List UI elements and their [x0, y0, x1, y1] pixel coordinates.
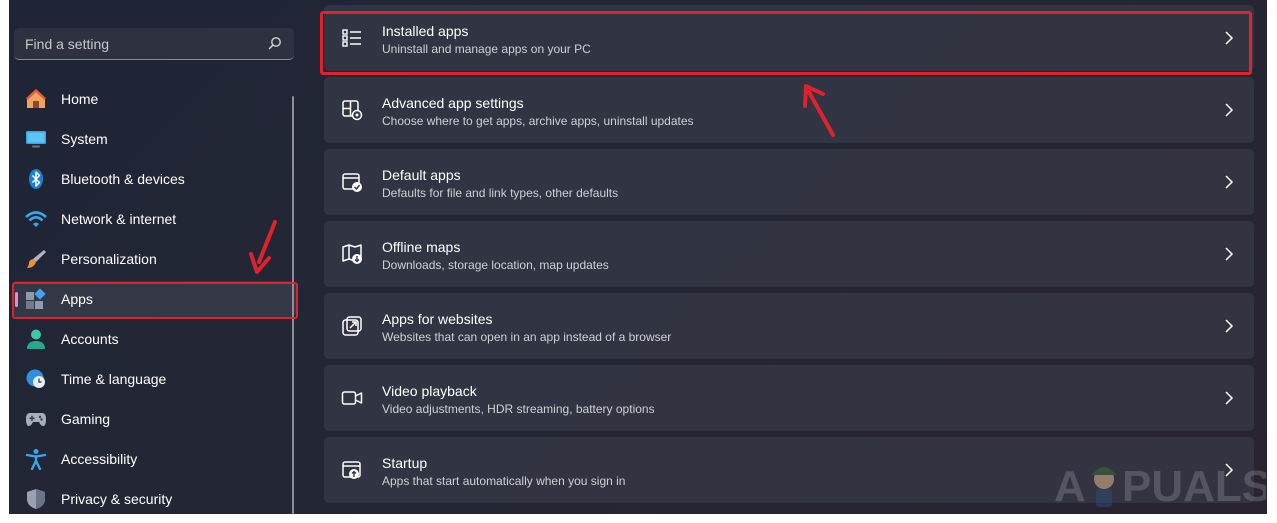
sidebar-item-time-language[interactable]: Time & language: [12, 361, 296, 397]
card-title: Installed apps: [382, 23, 469, 39]
sidebar-item-personalization[interactable]: Personalization: [12, 241, 296, 277]
video-playback-card[interactable]: Video playback Video adjustments, HDR st…: [324, 365, 1254, 431]
card-subtitle: Downloads, storage location, map updates: [382, 258, 609, 272]
card-subtitle: Apps that start automatically when you s…: [382, 474, 626, 488]
gamepad-icon: [25, 408, 47, 430]
settings-card-list: Installed apps Uninstall and manage apps…: [324, 5, 1254, 509]
sidebar-item-accessibility[interactable]: Accessibility: [12, 441, 296, 477]
sidebar-item-label: Accessibility: [61, 451, 138, 467]
card-title: Default apps: [382, 167, 461, 183]
default-apps-card[interactable]: Default apps Defaults for file and link …: [324, 149, 1254, 215]
card-subtitle: Choose where to get apps, archive apps, …: [382, 114, 694, 128]
sidebar-item-network[interactable]: Network & internet: [12, 201, 296, 237]
sidebar-item-bluetooth[interactable]: Bluetooth & devices: [12, 161, 296, 197]
sidebar-item-gaming[interactable]: Gaming: [12, 401, 296, 437]
video-icon: [341, 391, 363, 405]
sidebar-item-privacy[interactable]: Privacy & security: [12, 481, 296, 514]
sidebar-item-label: System: [61, 131, 108, 147]
card-subtitle: Defaults for file and link types, other …: [382, 186, 619, 200]
sidebar-item-label: Gaming: [61, 411, 111, 427]
sidebar-item-home[interactable]: Home: [12, 81, 296, 117]
brush-icon: [25, 248, 47, 270]
wifi-icon: [25, 208, 47, 230]
monitor-icon: [25, 128, 47, 150]
sidebar-item-label: Home: [61, 91, 99, 107]
startup-card[interactable]: Startup Apps that start automatically wh…: [324, 437, 1254, 503]
card-title: Advanced app settings: [382, 95, 524, 111]
sidebar-item-label: Time & language: [61, 371, 167, 387]
chevron-right-icon[interactable]: [1224, 247, 1234, 261]
open-link-icon: [342, 316, 362, 336]
search-icon[interactable]: [268, 36, 282, 50]
sidebar-item-apps[interactable]: Apps: [12, 281, 296, 317]
card-title: Startup: [382, 455, 428, 471]
bluetooth-icon: [25, 168, 47, 190]
sidebar-nav: Home System Bluetooth & devices Network …: [9, 81, 299, 514]
apps-icon: [25, 288, 47, 310]
sidebar-item-system[interactable]: System: [12, 121, 296, 157]
accessibility-icon: [25, 448, 47, 470]
card-subtitle: Websites that can open in an app instead…: [382, 330, 672, 344]
sidebar-item-label: Privacy & security: [61, 491, 173, 507]
chevron-right-icon[interactable]: [1224, 175, 1234, 189]
default-apps-icon: [342, 173, 362, 192]
startup-icon: [342, 461, 361, 479]
search-box[interactable]: [14, 28, 294, 60]
sidebar-item-label: Network & internet: [61, 211, 177, 227]
chevron-right-icon[interactable]: [1224, 319, 1234, 333]
person-icon: [25, 328, 47, 350]
app-settings-icon: [342, 100, 363, 121]
card-subtitle: Video adjustments, HDR streaming, batter…: [382, 402, 655, 416]
search-input[interactable]: [14, 28, 267, 60]
sidebar-item-label: Apps: [61, 291, 93, 307]
card-subtitle: Uninstall and manage apps on your PC: [382, 42, 591, 56]
globe-clock-icon: [25, 368, 47, 390]
sidebar-item-label: Bluetooth & devices: [61, 171, 185, 187]
selection-indicator: [15, 292, 18, 307]
sidebar-item-label: Accounts: [61, 331, 119, 347]
chevron-right-icon[interactable]: [1224, 391, 1234, 405]
apps-for-websites-card[interactable]: Apps for websites Websites that can open…: [324, 293, 1254, 359]
advanced-app-settings-card[interactable]: Advanced app settings Choose where to ge…: [324, 77, 1254, 143]
installed-apps-card[interactable]: Installed apps Uninstall and manage apps…: [324, 5, 1254, 71]
chevron-right-icon[interactable]: [1224, 103, 1234, 117]
chevron-right-icon[interactable]: [1224, 463, 1234, 477]
shield-icon: [25, 488, 47, 510]
sidebar-scrollbar[interactable]: [292, 96, 294, 514]
map-icon: [342, 244, 362, 264]
home-icon: [25, 88, 47, 110]
list-icon: [342, 29, 361, 47]
sidebar-item-label: Personalization: [61, 251, 157, 267]
card-title: Video playback: [382, 383, 477, 399]
card-title: Offline maps: [382, 239, 461, 255]
offline-maps-card[interactable]: Offline maps Downloads, storage location…: [324, 221, 1254, 287]
sidebar-item-accounts[interactable]: Accounts: [12, 321, 296, 357]
chevron-right-icon[interactable]: [1224, 31, 1234, 45]
card-title: Apps for websites: [382, 311, 493, 327]
settings-window: Home System Bluetooth & devices Network …: [9, 0, 1267, 514]
